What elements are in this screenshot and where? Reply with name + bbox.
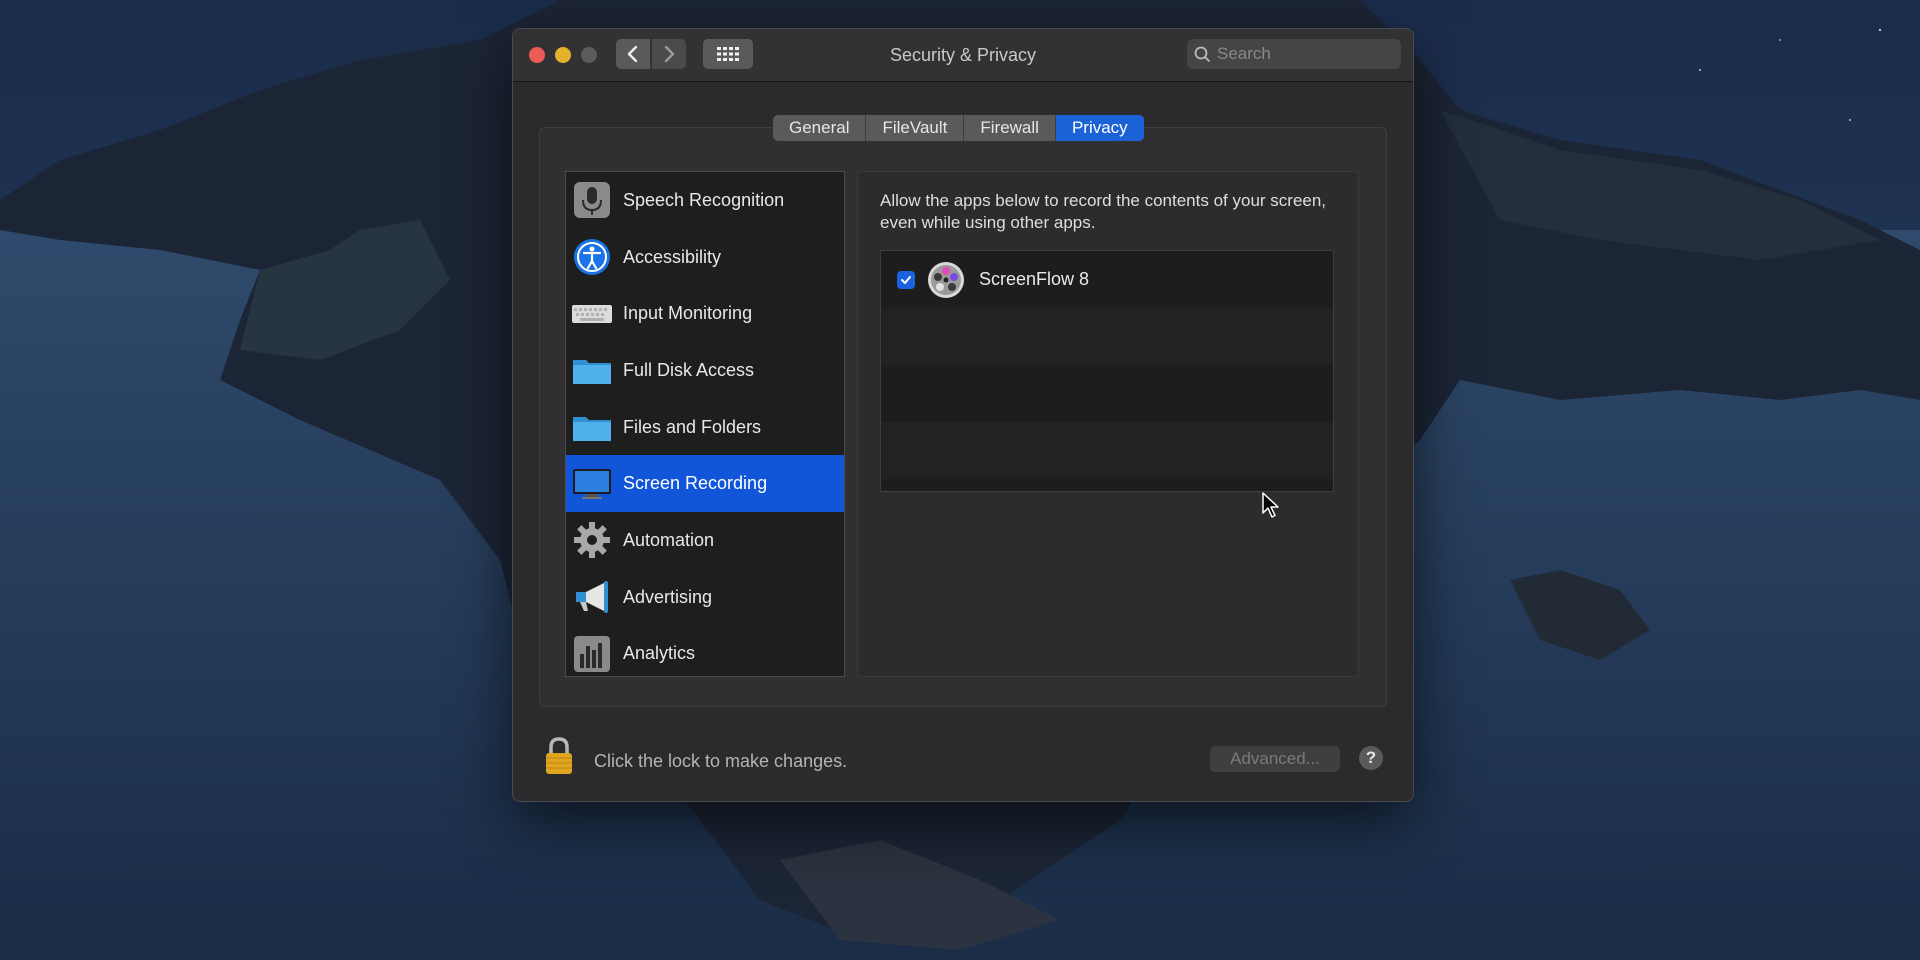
permission-description: Allow the apps below to record the conte… [880, 191, 1327, 232]
app-name: ScreenFlow 8 [979, 269, 1090, 289]
sidebar-item-label: Advertising [623, 586, 713, 607]
tab-firewall[interactable]: Firewall [964, 115, 1056, 141]
sidebar-item-files-and-folders[interactable]: Files and Folders [566, 399, 844, 456]
empty-row [881, 365, 1333, 422]
sidebar-item-label: Full Disk Access [623, 359, 755, 380]
screen-recording-detail-panel: Allow the apps below to record the conte… [857, 171, 1359, 677]
sidebar-item-accessibility[interactable]: Accessibility [566, 229, 844, 286]
sidebar-item-label: Automation [623, 529, 715, 550]
empty-row [881, 422, 1333, 479]
tab-bar: General FileVault Firewall Privacy [773, 115, 1144, 141]
lock-status-text: Click the lock to make changes. [594, 751, 848, 771]
sidebar-item-screen-recording[interactable]: Screen Recording [566, 455, 844, 513]
tab-privacy[interactable]: Privacy [1055, 115, 1144, 141]
bar-chart-icon [574, 635, 610, 672]
app-row[interactable]: ScreenFlow 8 [881, 251, 1333, 308]
sidebar-item-label: Accessibility [623, 246, 722, 267]
keyboard-icon [572, 305, 612, 324]
folder-icon [573, 416, 611, 441]
privacy-category-list[interactable]: Speech Recognition Accessibility Input M… [565, 171, 845, 677]
app-checkbox[interactable] [897, 271, 915, 289]
sidebar-item-speech-recognition[interactable]: Speech Recognition [566, 172, 844, 229]
advanced-button[interactable]: Advanced... [1210, 746, 1340, 772]
sidebar-item-label: Screen Recording [623, 473, 768, 494]
checkmark-icon [901, 276, 911, 284]
search-input[interactable] [1215, 43, 1389, 65]
lock-icon[interactable] [543, 736, 575, 776]
title-bar[interactable]: Security & Privacy [513, 29, 1413, 82]
empty-row [881, 308, 1333, 365]
sidebar-item-automation[interactable]: Automation [566, 512, 844, 569]
megaphone-icon [576, 580, 608, 613]
tab-filevault[interactable]: FileVault [866, 115, 965, 141]
screenflow-icon [928, 262, 964, 298]
tab-general[interactable]: General [773, 115, 867, 141]
sidebar-item-input-monitoring[interactable]: Input Monitoring [566, 285, 844, 342]
accessibility-icon [574, 238, 610, 275]
search-field[interactable] [1187, 39, 1401, 69]
sidebar-item-label: Input Monitoring [623, 303, 753, 324]
app-list[interactable]: ScreenFlow 8 [880, 250, 1334, 492]
help-button[interactable]: ? [1359, 746, 1383, 770]
gear-icon [574, 522, 610, 559]
preferences-window: Security & Privacy General FileVault Fir… [512, 28, 1414, 802]
display-icon [573, 469, 611, 500]
microphone-icon [574, 182, 610, 218]
sidebar-item-label: Analytics [623, 643, 696, 664]
mouse-pointer-icon [1262, 492, 1279, 518]
sidebar-item-analytics[interactable]: Analytics [566, 626, 844, 677]
sidebar-item-label: Speech Recognition [623, 189, 785, 210]
sidebar-item-label: Files and Folders [623, 416, 762, 437]
sidebar-item-full-disk-access[interactable]: Full Disk Access [566, 342, 844, 399]
sidebar-item-advertising[interactable]: Advertising [566, 569, 844, 626]
search-icon [1194, 46, 1210, 62]
folder-icon [573, 360, 611, 385]
